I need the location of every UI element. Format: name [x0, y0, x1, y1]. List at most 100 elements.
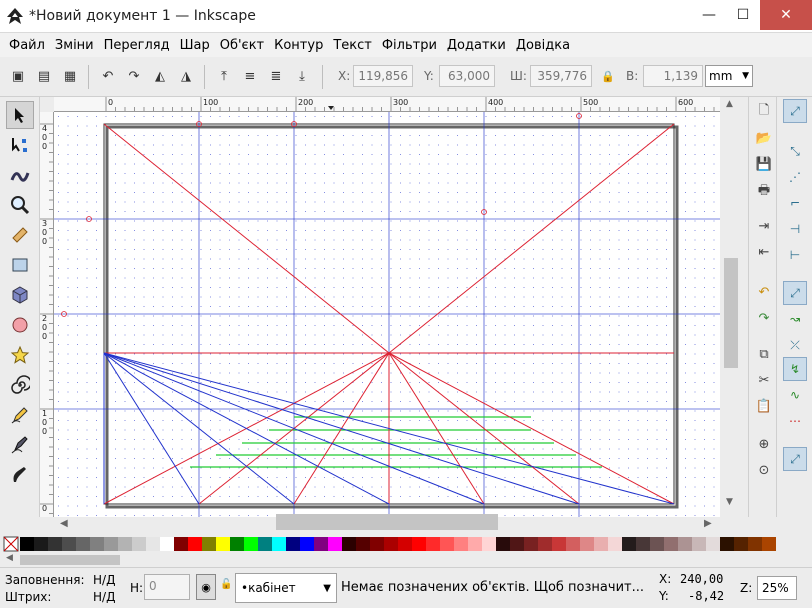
selector-tool[interactable] — [6, 101, 34, 129]
zoom-field[interactable] — [757, 576, 797, 600]
select-all-layers-icon[interactable]: ▤ — [34, 66, 54, 86]
palette-scroll-thumb[interactable] — [20, 555, 120, 565]
ellipse-tool[interactable] — [6, 311, 34, 339]
raise-to-top-icon[interactable]: ⤒ — [214, 66, 234, 86]
copy-icon[interactable]: ⧉ — [753, 343, 775, 365]
grid-dot — [542, 239, 544, 241]
palette-scrollbar[interactable]: ◀ — [0, 553, 812, 567]
export-icon[interactable]: ⇤ — [753, 241, 775, 263]
menu-extensions[interactable]: Додатки — [442, 38, 511, 53]
grid-dot — [704, 220, 705, 222]
menu-text[interactable]: Текст — [328, 38, 377, 53]
vertical-scroll-thumb[interactable] — [724, 258, 738, 368]
snap-cusp-nodes-icon[interactable]: ↯ — [783, 357, 807, 381]
rotate-cw-icon[interactable]: ↷ — [124, 66, 144, 86]
menu-path[interactable]: Контур — [269, 38, 328, 53]
import-icon[interactable]: ⇥ — [753, 215, 775, 237]
lock-icon[interactable]: 🔒 — [598, 66, 618, 86]
palette-scroll-left-icon[interactable]: ◀ — [6, 553, 13, 563]
snap-centers-icon[interactable]: ⤢ — [783, 447, 807, 471]
snap-path-icon[interactable]: ↝ — [783, 307, 807, 331]
menu-file[interactable]: Файл — [4, 38, 50, 53]
layer-lock-icon[interactable]: 🔓 — [220, 579, 232, 590]
pen-tool[interactable] — [6, 431, 34, 459]
3d-box-tool[interactable] — [6, 281, 34, 309]
snap-nodes-icon[interactable]: ⤢ — [783, 281, 807, 305]
stroke-value[interactable]: Н/Д — [93, 590, 115, 604]
undo-icon[interactable]: ↶ — [753, 281, 775, 303]
flip-horizontal-icon[interactable]: ◭ — [150, 66, 170, 86]
open-folder-icon[interactable]: 📂 — [753, 127, 775, 149]
deselect-icon[interactable]: ▦ — [60, 66, 80, 86]
snap-bbox-midpoint-icon[interactable]: ⊣ — [783, 217, 807, 241]
node-tool[interactable] — [6, 131, 34, 159]
opacity-field[interactable]: 0 — [144, 574, 190, 600]
scroll-right-icon[interactable]: ▶ — [704, 518, 712, 529]
x-field[interactable] — [353, 65, 413, 87]
grid-dot — [276, 211, 278, 212]
print-icon[interactable]: 🖶 — [753, 181, 775, 203]
paste-icon[interactable]: 📋 — [753, 395, 775, 417]
fill-value[interactable]: Н/Д — [93, 573, 115, 587]
snap-bbox-center-icon[interactable]: ⊢ — [783, 243, 807, 267]
redo-icon[interactable]: ↷ — [753, 307, 775, 329]
save-icon[interactable]: 💾 — [753, 153, 775, 175]
scroll-left-icon[interactable]: ◀ — [60, 518, 68, 529]
y-field[interactable] — [439, 65, 495, 87]
raise-icon[interactable]: ≡ — [240, 66, 260, 86]
snap-bbox-corner-icon[interactable]: ⌐ — [783, 191, 807, 215]
measure-tool[interactable] — [6, 221, 34, 249]
scroll-down-icon[interactable]: ▼ — [726, 497, 733, 507]
layer-visibility-icon[interactable]: ◉ — [196, 574, 216, 600]
rotate-ccw-icon[interactable]: ↶ — [98, 66, 118, 86]
snap-path-intersection-icon[interactable]: ⤫ — [783, 333, 807, 357]
new-document-icon[interactable]: 🗋 — [753, 101, 775, 123]
maximize-button[interactable]: ☐ — [726, 0, 760, 30]
rectangle-tool[interactable] — [6, 251, 34, 279]
zoom-tool[interactable] — [6, 191, 34, 219]
menu-object[interactable]: Об'єкт — [215, 38, 269, 53]
menu-edit[interactable]: Зміни — [50, 38, 99, 53]
minimize-button[interactable]: — — [692, 0, 726, 30]
drawing-canvas[interactable] — [54, 112, 720, 517]
grid-dot — [609, 239, 610, 241]
unit-select[interactable]: mm ▼ — [705, 65, 753, 87]
scroll-up-icon[interactable]: ▲ — [726, 99, 733, 109]
zoom-selection-icon[interactable]: ⊕ — [753, 433, 775, 455]
tweak-tool[interactable] — [6, 161, 34, 189]
cut-icon[interactable]: ✂ — [753, 369, 775, 391]
menu-help[interactable]: Довідка — [511, 38, 575, 53]
grid-dot — [219, 315, 221, 317]
star-tool[interactable] — [6, 341, 34, 369]
pencil-tool[interactable] — [6, 401, 34, 429]
zoom-drawing-icon[interactable]: ⊙ — [753, 459, 775, 481]
width-field[interactable] — [530, 65, 592, 87]
menu-view[interactable]: Перегляд — [99, 38, 175, 53]
close-button[interactable]: ✕ — [760, 0, 812, 30]
menu-layer[interactable]: Шар — [175, 38, 215, 53]
snap-enable-icon[interactable]: ⤢ — [783, 99, 807, 123]
snap-midpoints-icon[interactable]: ⋯ — [783, 409, 807, 433]
lower-to-bottom-icon[interactable]: ⤓ — [292, 66, 312, 86]
lower-icon[interactable]: ≣ — [266, 66, 286, 86]
select-all-icon[interactable]: ▣ — [8, 66, 28, 86]
calligraphy-tool[interactable] — [6, 461, 34, 489]
grid-dot — [181, 334, 183, 336]
grid-dot — [333, 163, 335, 165]
grid-dot — [694, 125, 696, 127]
menu-filters[interactable]: Фільтри — [377, 38, 442, 53]
grid-dot — [704, 249, 705, 250]
layer-select[interactable]: •кабінет ▼ — [235, 573, 337, 603]
grid-dot — [713, 125, 715, 127]
grid-dot — [134, 192, 135, 193]
color-palette[interactable] — [0, 535, 812, 553]
horizontal-scroll-thumb[interactable] — [276, 514, 498, 530]
grid-dot — [229, 486, 230, 488]
grid-dot — [229, 182, 230, 184]
height-field[interactable] — [643, 65, 703, 87]
snap-smooth-nodes-icon[interactable]: ∿ — [783, 383, 807, 407]
flip-vertical-icon[interactable]: ◮ — [176, 66, 196, 86]
spiral-tool[interactable] — [6, 371, 34, 399]
snap-bbox-icon[interactable]: ⤡ — [783, 139, 807, 163]
snap-bbox-edge-icon[interactable]: ⋰ — [783, 165, 807, 189]
